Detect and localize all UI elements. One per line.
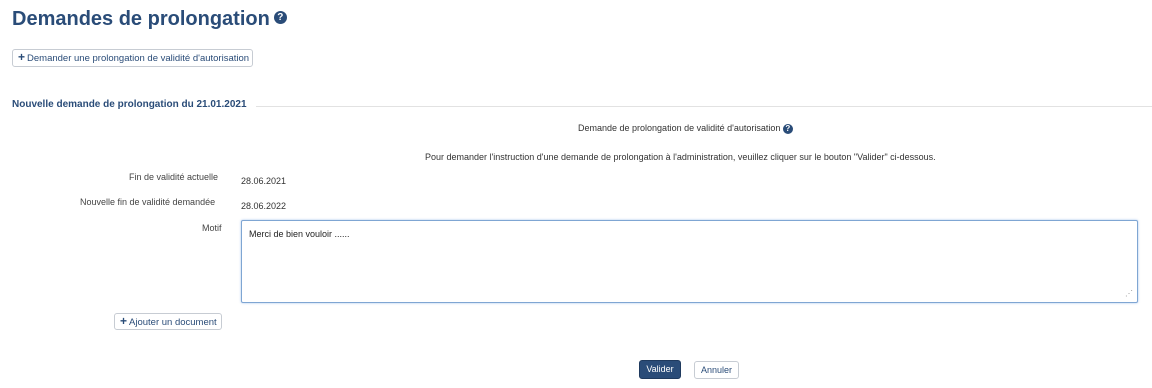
plus-icon: + (120, 314, 128, 328)
resize-handle-icon[interactable]: ⋰ (1125, 290, 1133, 298)
section-divider (256, 106, 1152, 107)
current-end-label: Fin de validité actuelle (129, 172, 219, 182)
current-end-value: 28.06.2021 (241, 176, 287, 186)
add-document-label: Ajouter un document (129, 317, 217, 328)
help-icon[interactable]: ? (273, 11, 287, 25)
plus-icon: + (18, 50, 26, 64)
add-document-button[interactable]: + Ajouter un document (114, 313, 222, 330)
page-title: Demandes de prolongation? (12, 8, 287, 31)
section-subtitle-text: Demande de prolongation de validité d'au… (578, 123, 781, 133)
motif-label: Motif (202, 223, 222, 233)
cancel-button[interactable]: Annuler (694, 361, 739, 379)
help-icon[interactable]: ? (782, 123, 793, 134)
new-end-label: Nouvelle fin de validité demandée (80, 197, 216, 207)
motif-textarea[interactable]: Merci de bien vouloir ...... (241, 220, 1138, 303)
instruction-text: Pour demander l'instruction d'une demand… (425, 152, 936, 162)
new-end-value: 28.06.2022 (241, 201, 287, 211)
section-subtitle: Demande de prolongation de validité d'au… (578, 123, 793, 134)
request-extension-button[interactable]: + Demander une prolongation de validité d… (12, 49, 253, 67)
section-title: Nouvelle demande de prolongation du 21.0… (12, 99, 247, 110)
validate-button[interactable]: Valider (639, 360, 681, 379)
page-title-text: Demandes de prolongation (12, 8, 270, 30)
request-extension-label: Demander une prolongation de validité d'… (27, 53, 250, 64)
